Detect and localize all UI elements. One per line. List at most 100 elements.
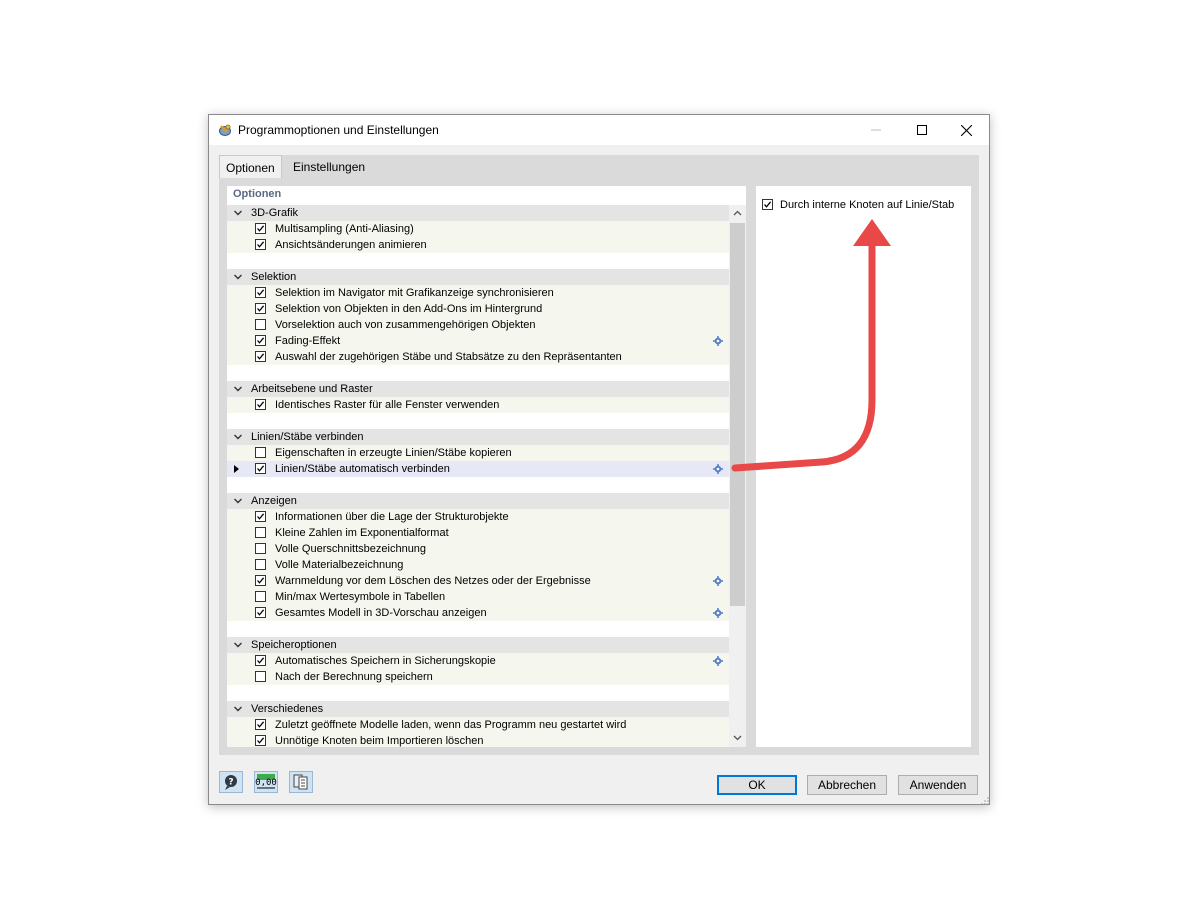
option-item[interactable]: Auswahl der zugehörigen Stäbe und Stabsä… (227, 349, 729, 365)
scroll-down-icon[interactable] (732, 732, 743, 743)
option-label: Eigenschaften in erzeugte Linien/Stäbe k… (275, 447, 512, 459)
title-bar[interactable]: Programmoptionen und Einstellungen (209, 115, 989, 145)
option-checkbox[interactable] (255, 399, 266, 410)
option-checkbox[interactable] (255, 335, 266, 346)
option-checkbox[interactable] (255, 655, 266, 666)
option-checkbox[interactable] (255, 287, 266, 298)
checkmark-icon (257, 721, 265, 728)
option-checkbox[interactable] (255, 303, 266, 314)
option-item[interactable]: Volle Querschnittsbezeichnung (227, 541, 729, 557)
tab-einstellungen[interactable]: Einstellungen (287, 155, 371, 179)
option-checkbox[interactable] (255, 559, 266, 570)
option-checkbox[interactable] (255, 319, 266, 330)
gear-icon[interactable] (713, 656, 723, 666)
group-header[interactable]: Linien/Stäbe verbinden (227, 429, 729, 445)
option-label: Nach der Berechnung speichern (275, 671, 433, 683)
gear-icon[interactable] (713, 336, 723, 346)
group-header[interactable]: Anzeigen (227, 493, 729, 509)
option-item[interactable]: Eigenschaften in erzeugte Linien/Stäbe k… (227, 445, 729, 461)
option-label: Automatisches Speichern in Sicherungskop… (275, 655, 496, 667)
option-item[interactable]: Min/max Wertesymbole in Tabellen (227, 589, 729, 605)
group-header[interactable]: Arbeitsebene und Raster (227, 381, 729, 397)
help-button[interactable]: ? (219, 771, 243, 793)
option-item[interactable]: Ansichtsänderungen animieren (227, 237, 729, 253)
group-spacer (227, 621, 729, 637)
scrollbar-thumb[interactable] (730, 223, 745, 606)
option-item[interactable]: Selektion im Navigator mit Grafikanzeige… (227, 285, 729, 301)
option-item[interactable]: Warnmeldung vor dem Löschen des Netzes o… (227, 573, 729, 589)
group-spacer (227, 413, 729, 429)
group-title: Anzeigen (251, 495, 297, 507)
units-button[interactable]: 0,00 (254, 771, 278, 793)
cancel-button[interactable]: Abbrechen (807, 775, 887, 795)
option-checkbox[interactable] (255, 527, 266, 538)
chevron-down-icon[interactable] (233, 384, 243, 394)
gear-icon[interactable] (713, 608, 723, 618)
checkmark-icon (764, 201, 772, 208)
group-title: Verschiedenes (251, 703, 324, 715)
chevron-down-icon[interactable] (233, 208, 243, 218)
option-item[interactable]: Multisampling (Anti-Aliasing) (227, 221, 729, 237)
help-icon: ? (219, 771, 243, 793)
group-spacer (227, 253, 729, 269)
option-label: Ansichtsänderungen animieren (275, 239, 427, 251)
group-title: Speicheroptionen (251, 639, 337, 651)
option-item[interactable]: Linien/Stäbe automatisch verbinden (227, 461, 729, 477)
option-checkbox[interactable] (255, 543, 266, 554)
option-checkbox[interactable] (255, 463, 266, 474)
copy-settings-button[interactable] (289, 771, 313, 793)
option-checkbox[interactable] (255, 223, 266, 234)
tab-strip: Optionen Einstellungen (219, 155, 979, 179)
close-button[interactable] (943, 115, 989, 145)
option-checkbox[interactable] (255, 671, 266, 682)
copy-settings-icon (289, 771, 313, 793)
detail-checkbox[interactable] (762, 199, 773, 210)
ok-button[interactable]: OK (717, 775, 797, 795)
option-checkbox[interactable] (255, 607, 266, 618)
chevron-down-icon[interactable] (233, 640, 243, 650)
option-item[interactable]: Selektion von Objekten in den Add-Ons im… (227, 301, 729, 317)
close-icon (960, 124, 972, 136)
option-item[interactable]: Vorselektion auch von zusammengehörigen … (227, 317, 729, 333)
gear-icon[interactable] (713, 576, 723, 586)
group-header[interactable]: Selektion (227, 269, 729, 285)
option-checkbox[interactable] (255, 575, 266, 586)
option-item[interactable]: Identisches Raster für alle Fenster verw… (227, 397, 729, 413)
group-header[interactable]: 3D-Grafik (227, 205, 729, 221)
option-checkbox[interactable] (255, 351, 266, 362)
options-scrollbar[interactable] (729, 205, 746, 747)
group-header[interactable]: Speicheroptionen (227, 637, 729, 653)
chevron-down-icon[interactable] (233, 272, 243, 282)
option-checkbox[interactable] (255, 511, 266, 522)
chevron-down-icon[interactable] (233, 432, 243, 442)
option-label: Selektion im Navigator mit Grafikanzeige… (275, 287, 554, 299)
resize-grip-icon[interactable] (981, 797, 989, 805)
option-item[interactable]: Kleine Zahlen im Exponentialformat (227, 525, 729, 541)
options-list[interactable]: 3D-Grafik Multisampling (Anti-Aliasing) An… (227, 205, 729, 747)
option-item[interactable]: Zuletzt geöffnete Modelle laden, wenn da… (227, 717, 729, 733)
chevron-down-icon[interactable] (233, 496, 243, 506)
chevron-down-icon[interactable] (233, 704, 243, 714)
option-checkbox[interactable] (255, 591, 266, 602)
scroll-up-icon[interactable] (732, 208, 743, 219)
option-checkbox[interactable] (255, 447, 266, 458)
option-item[interactable]: Nach der Berechnung speichern (227, 669, 729, 685)
option-item[interactable]: Fading-Effekt (227, 333, 729, 349)
option-item[interactable]: Informationen über die Lage der Struktur… (227, 509, 729, 525)
option-checkbox[interactable] (255, 719, 266, 730)
option-item[interactable]: Automatisches Speichern in Sicherungskop… (227, 653, 729, 669)
option-item[interactable]: Gesamtes Modell in 3D-Vorschau anzeigen (227, 605, 729, 621)
option-item[interactable]: Volle Materialbezeichnung (227, 557, 729, 573)
group-header[interactable]: Verschiedenes (227, 701, 729, 717)
apply-button[interactable]: Anwenden (898, 775, 978, 795)
option-label: Volle Querschnittsbezeichnung (275, 543, 427, 555)
minimize-icon (871, 129, 881, 131)
maximize-button[interactable] (899, 115, 945, 145)
detail-option[interactable]: Durch interne Knoten auf Linie/Stab (762, 197, 954, 213)
gear-icon[interactable] (713, 464, 723, 474)
tab-optionen[interactable]: Optionen (219, 155, 282, 179)
minimize-button[interactable] (853, 115, 899, 145)
option-item[interactable]: Unnötige Knoten beim Importieren löschen (227, 733, 729, 747)
option-checkbox[interactable] (255, 239, 266, 250)
option-checkbox[interactable] (255, 735, 266, 746)
